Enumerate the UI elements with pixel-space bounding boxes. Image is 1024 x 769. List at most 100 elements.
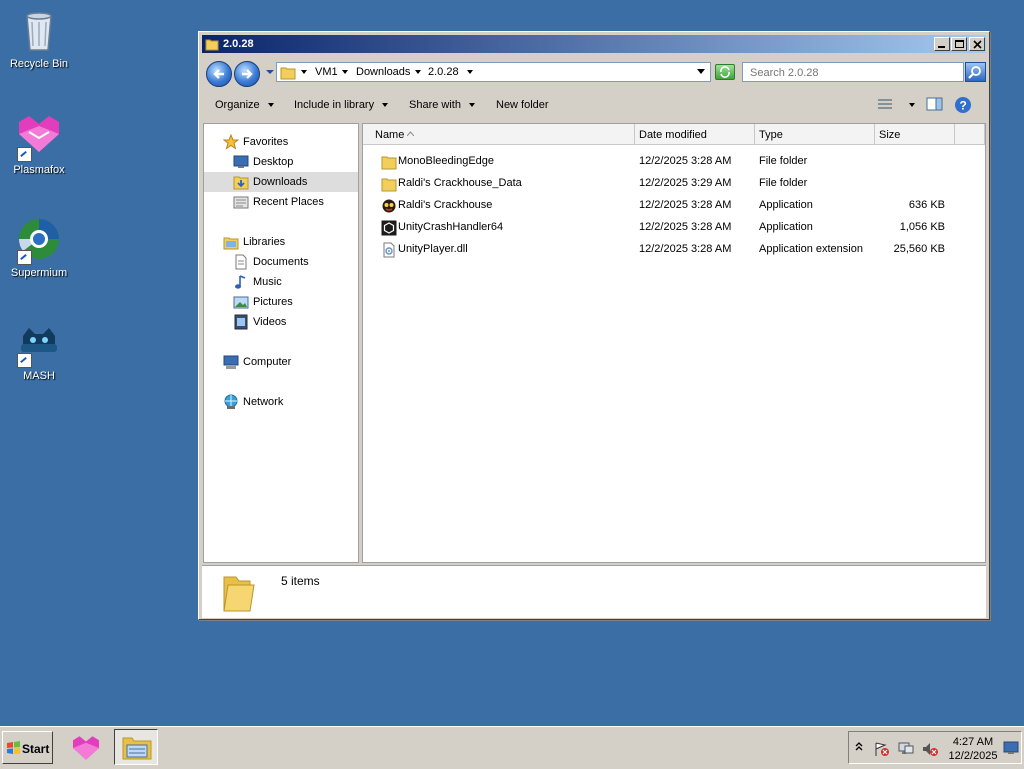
back-button[interactable] bbox=[206, 61, 232, 87]
game-app-icon bbox=[382, 199, 396, 213]
nav-item-favorites[interactable]: Favorites bbox=[204, 132, 358, 152]
file-row[interactable]: UnityCrashHandler64 12/2/2025 3:28 AM Ap… bbox=[363, 217, 983, 239]
column-header-name[interactable]: Name bbox=[363, 124, 635, 145]
view-options-dropdown[interactable] bbox=[901, 99, 919, 111]
arrow-right-icon bbox=[242, 69, 253, 79]
column-header-date-modified[interactable]: Date modified bbox=[635, 124, 755, 145]
view-list-icon bbox=[878, 99, 892, 109]
organize-menu[interactable]: Organize bbox=[215, 99, 278, 111]
show-desktop-button[interactable] bbox=[1003, 741, 1019, 758]
nav-item-videos[interactable]: Videos bbox=[204, 312, 358, 332]
network-tray-icon[interactable] bbox=[897, 741, 915, 760]
plasmafox-icon bbox=[15, 112, 63, 162]
nav-label: Recent Places bbox=[253, 196, 324, 208]
nav-item-recent-places[interactable]: Recent Places bbox=[204, 192, 358, 212]
show-hidden-icons-button[interactable] bbox=[855, 741, 863, 754]
title-bar[interactable]: 2.0.28 bbox=[202, 35, 986, 53]
refresh-icon bbox=[720, 66, 730, 78]
nav-item-downloads[interactable]: Downloads bbox=[204, 172, 358, 192]
folder-icon bbox=[381, 156, 397, 170]
file-row[interactable]: Raldi's Crackhouse 12/2/2025 3:28 AM App… bbox=[363, 195, 983, 217]
taskbar-item-explorer[interactable] bbox=[114, 729, 158, 765]
column-header-size[interactable]: Size bbox=[875, 124, 955, 145]
start-button[interactable]: Start bbox=[2, 731, 53, 764]
music-icon bbox=[235, 275, 246, 289]
nav-item-computer[interactable]: Computer bbox=[204, 352, 358, 372]
navigation-pane: Favorites Desktop Downloads Recent Place… bbox=[203, 123, 359, 563]
file-name: Raldi's Crackhouse bbox=[398, 199, 493, 211]
svg-text:?: ? bbox=[960, 99, 967, 113]
shortcut-arrow-icon bbox=[17, 353, 32, 368]
nav-label: Documents bbox=[253, 256, 309, 268]
file-name: MonoBleedingEdge bbox=[398, 155, 495, 167]
recent-pages-dropdown[interactable] bbox=[266, 70, 274, 74]
include-in-library-label: Include in library bbox=[294, 99, 375, 111]
recent-places-icon bbox=[233, 196, 249, 209]
shortcut-arrow-icon bbox=[17, 250, 32, 265]
downloads-folder-icon bbox=[233, 176, 249, 190]
breadcrumb-root-chevron[interactable] bbox=[297, 66, 311, 78]
nav-item-libraries[interactable]: Libraries bbox=[204, 232, 358, 252]
desktop-icon-supermium[interactable]: Supermium bbox=[1, 215, 77, 280]
breadcrumb-chevron[interactable] bbox=[338, 66, 352, 78]
preview-pane-button[interactable] bbox=[926, 97, 944, 114]
desktop-icon bbox=[233, 155, 249, 168]
nav-item-pictures[interactable]: Pictures bbox=[204, 292, 358, 312]
folder-large-icon bbox=[223, 576, 255, 612]
action-center-tray-icon[interactable] bbox=[873, 741, 891, 760]
address-history-dropdown[interactable] bbox=[693, 66, 709, 78]
maximize-button[interactable] bbox=[951, 37, 967, 51]
breadcrumb-chevron[interactable] bbox=[463, 66, 477, 78]
nav-item-network[interactable]: Network bbox=[204, 392, 358, 412]
desktop-icon-plasmafox[interactable]: Plasmafox bbox=[1, 112, 77, 177]
dll-file-icon bbox=[383, 242, 395, 258]
nav-item-documents[interactable]: Documents bbox=[204, 252, 358, 272]
search-button[interactable] bbox=[965, 62, 986, 82]
file-row[interactable]: Raldi's Crackhouse_Data 12/2/2025 3:29 A… bbox=[363, 173, 983, 195]
taskbar-item-plasmafox[interactable] bbox=[64, 729, 108, 765]
breadcrumb-item-downloads[interactable]: Downloads bbox=[356, 66, 410, 78]
share-with-menu[interactable]: Share with bbox=[409, 99, 479, 111]
sort-ascending-icon bbox=[407, 131, 414, 136]
file-name: UnityPlayer.dll bbox=[398, 243, 468, 255]
share-with-label: Share with bbox=[409, 99, 461, 111]
volume-tray-icon[interactable] bbox=[921, 741, 939, 760]
close-button[interactable] bbox=[969, 37, 985, 51]
file-row[interactable]: UnityPlayer.dll 12/2/2025 3:28 AM Applic… bbox=[363, 239, 983, 261]
view-options-button[interactable] bbox=[877, 97, 893, 114]
clock-time: 4:27 AM bbox=[952, 736, 994, 748]
nav-item-music[interactable]: Music bbox=[204, 272, 358, 292]
column-header-filler bbox=[955, 124, 985, 145]
breadcrumb-chevron[interactable] bbox=[411, 66, 425, 78]
help-button[interactable]: ? bbox=[954, 96, 972, 117]
column-header-type[interactable]: Type bbox=[755, 124, 875, 145]
details-pane: 5 items bbox=[202, 565, 986, 618]
breadcrumb-item-vm1[interactable]: VM1 bbox=[315, 66, 338, 78]
clock[interactable]: 4:27 AM 12/2/2025 bbox=[945, 735, 1001, 763]
unity-app-icon bbox=[381, 220, 397, 236]
file-type: File folder bbox=[759, 177, 808, 189]
documents-icon bbox=[235, 254, 247, 270]
clock-date: 12/2/2025 bbox=[948, 750, 998, 762]
new-folder-button[interactable]: New folder bbox=[496, 99, 549, 111]
include-in-library-menu[interactable]: Include in library bbox=[294, 99, 392, 111]
file-explorer-icon bbox=[122, 737, 152, 760]
search-input[interactable] bbox=[748, 64, 952, 82]
desktop-icon-label: Plasmafox bbox=[13, 164, 65, 176]
file-name: Raldi's Crackhouse_Data bbox=[398, 177, 522, 189]
desktop-icon-mash[interactable]: MASH bbox=[1, 318, 77, 383]
breadcrumb[interactable]: VM1 Downloads 2.0.28 bbox=[276, 62, 711, 82]
nav-item-desktop[interactable]: Desktop bbox=[204, 152, 358, 172]
file-row[interactable]: MonoBleedingEdge 12/2/2025 3:28 AM File … bbox=[363, 151, 983, 173]
breadcrumb-item-current[interactable]: 2.0.28 bbox=[428, 66, 459, 78]
file-size: 636 KB bbox=[908, 199, 945, 211]
file-size: 1,056 KB bbox=[899, 221, 945, 233]
recycle-bin-icon bbox=[15, 6, 63, 54]
forward-button[interactable] bbox=[234, 61, 260, 87]
desktop-icon-recycle-bin[interactable]: Recycle Bin bbox=[1, 6, 77, 71]
folder-icon bbox=[280, 67, 296, 80]
minimize-button[interactable] bbox=[934, 37, 950, 51]
libraries-icon bbox=[223, 237, 239, 250]
nav-label: Videos bbox=[253, 316, 287, 328]
refresh-button[interactable] bbox=[715, 64, 735, 80]
